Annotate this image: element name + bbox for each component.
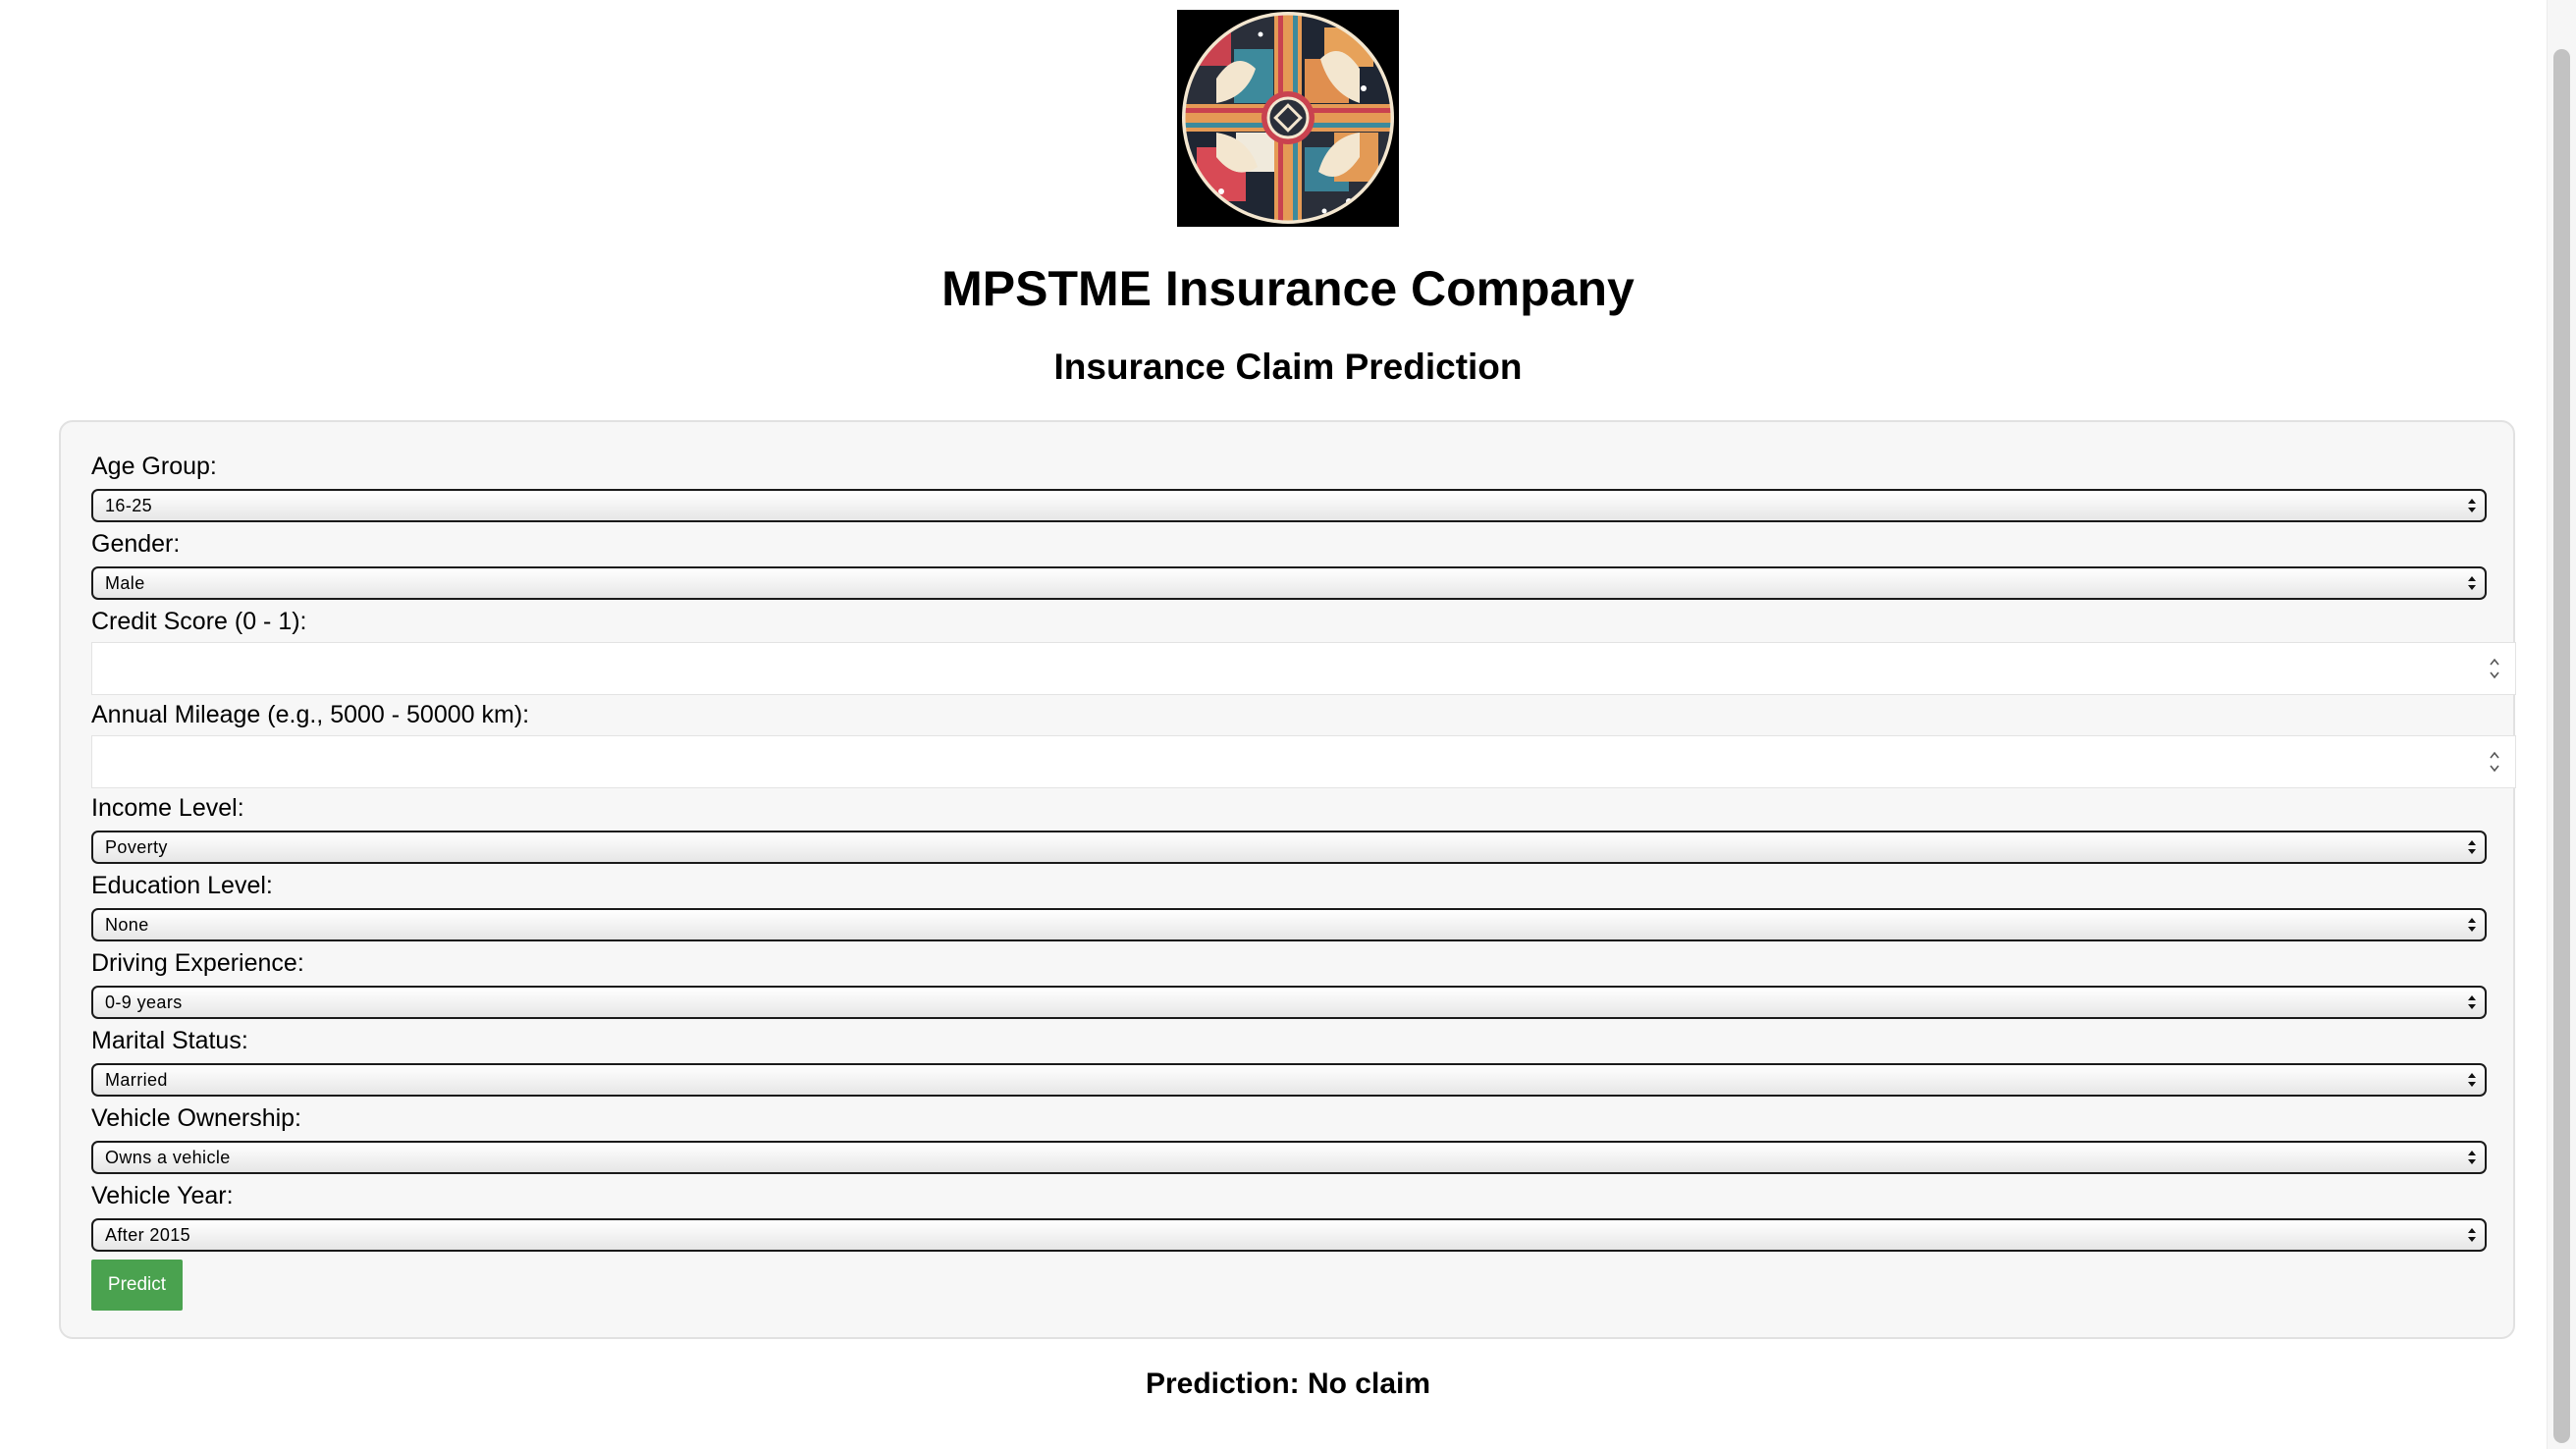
- company-logo: [1177, 10, 1399, 227]
- number-spinner-icon[interactable]: [2488, 748, 2501, 776]
- income-level-select[interactable]: Poverty: [91, 831, 2487, 864]
- company-title: MPSTME Insurance Company: [941, 261, 1635, 316]
- select-arrows-icon: [2468, 1073, 2476, 1087]
- education-level-value: None: [105, 915, 149, 935]
- driving-experience-select[interactable]: 0-9 years: [91, 986, 2487, 1019]
- select-arrows-icon: [2468, 576, 2476, 590]
- driving-experience-label: Driving Experience:: [91, 949, 304, 977]
- page-subtitle: Insurance Claim Prediction: [1053, 347, 1523, 387]
- vehicle-ownership-value: Owns a vehicle: [105, 1148, 231, 1167]
- select-arrows-icon: [2468, 1151, 2476, 1164]
- credit-score-input[interactable]: [91, 642, 2516, 695]
- select-arrows-icon: [2468, 1228, 2476, 1242]
- income-level-label: Income Level:: [91, 794, 244, 822]
- prediction-form: Age Group: 16-25 Gender: Male Credit Sco…: [59, 420, 2516, 1339]
- marital-status-value: Married: [105, 1070, 168, 1090]
- gender-select[interactable]: Male: [91, 566, 2487, 600]
- age-group-label: Age Group:: [91, 453, 217, 480]
- gender-value: Male: [105, 573, 145, 593]
- education-level-label: Education Level:: [91, 872, 273, 899]
- vehicle-ownership-label: Vehicle Ownership:: [91, 1104, 302, 1132]
- income-level-value: Poverty: [105, 837, 168, 857]
- select-arrows-icon: [2468, 918, 2476, 932]
- marital-status-select[interactable]: Married: [91, 1063, 2487, 1097]
- annual-mileage-input[interactable]: [91, 735, 2516, 788]
- scrollbar-thumb[interactable]: [2553, 49, 2570, 1443]
- driving-experience-value: 0-9 years: [105, 993, 183, 1012]
- gender-label: Gender:: [91, 530, 181, 558]
- select-arrows-icon: [2468, 499, 2476, 512]
- page: MPSTME Insurance Company Insurance Claim…: [0, 0, 2547, 1449]
- vehicle-year-label: Vehicle Year:: [91, 1182, 234, 1209]
- vertical-scrollbar[interactable]: [2547, 0, 2576, 1449]
- marital-status-label: Marital Status:: [91, 1027, 248, 1054]
- annual-mileage-label: Annual Mileage (e.g., 5000 - 50000 km):: [91, 701, 530, 728]
- education-level-select[interactable]: None: [91, 908, 2487, 941]
- age-group-select[interactable]: 16-25: [91, 489, 2487, 522]
- select-arrows-icon: [2468, 995, 2476, 1009]
- credit-score-label: Credit Score (0 - 1):: [91, 608, 307, 635]
- age-group-value: 16-25: [105, 496, 153, 515]
- select-arrows-icon: [2468, 840, 2476, 854]
- prediction-result: Prediction: No claim: [1145, 1368, 1431, 1400]
- vehicle-ownership-select[interactable]: Owns a vehicle: [91, 1141, 2487, 1174]
- number-spinner-icon[interactable]: [2488, 655, 2501, 682]
- predict-button[interactable]: Predict: [91, 1260, 183, 1311]
- vehicle-year-value: After 2015: [105, 1225, 191, 1245]
- vehicle-year-select[interactable]: After 2015: [91, 1218, 2487, 1252]
